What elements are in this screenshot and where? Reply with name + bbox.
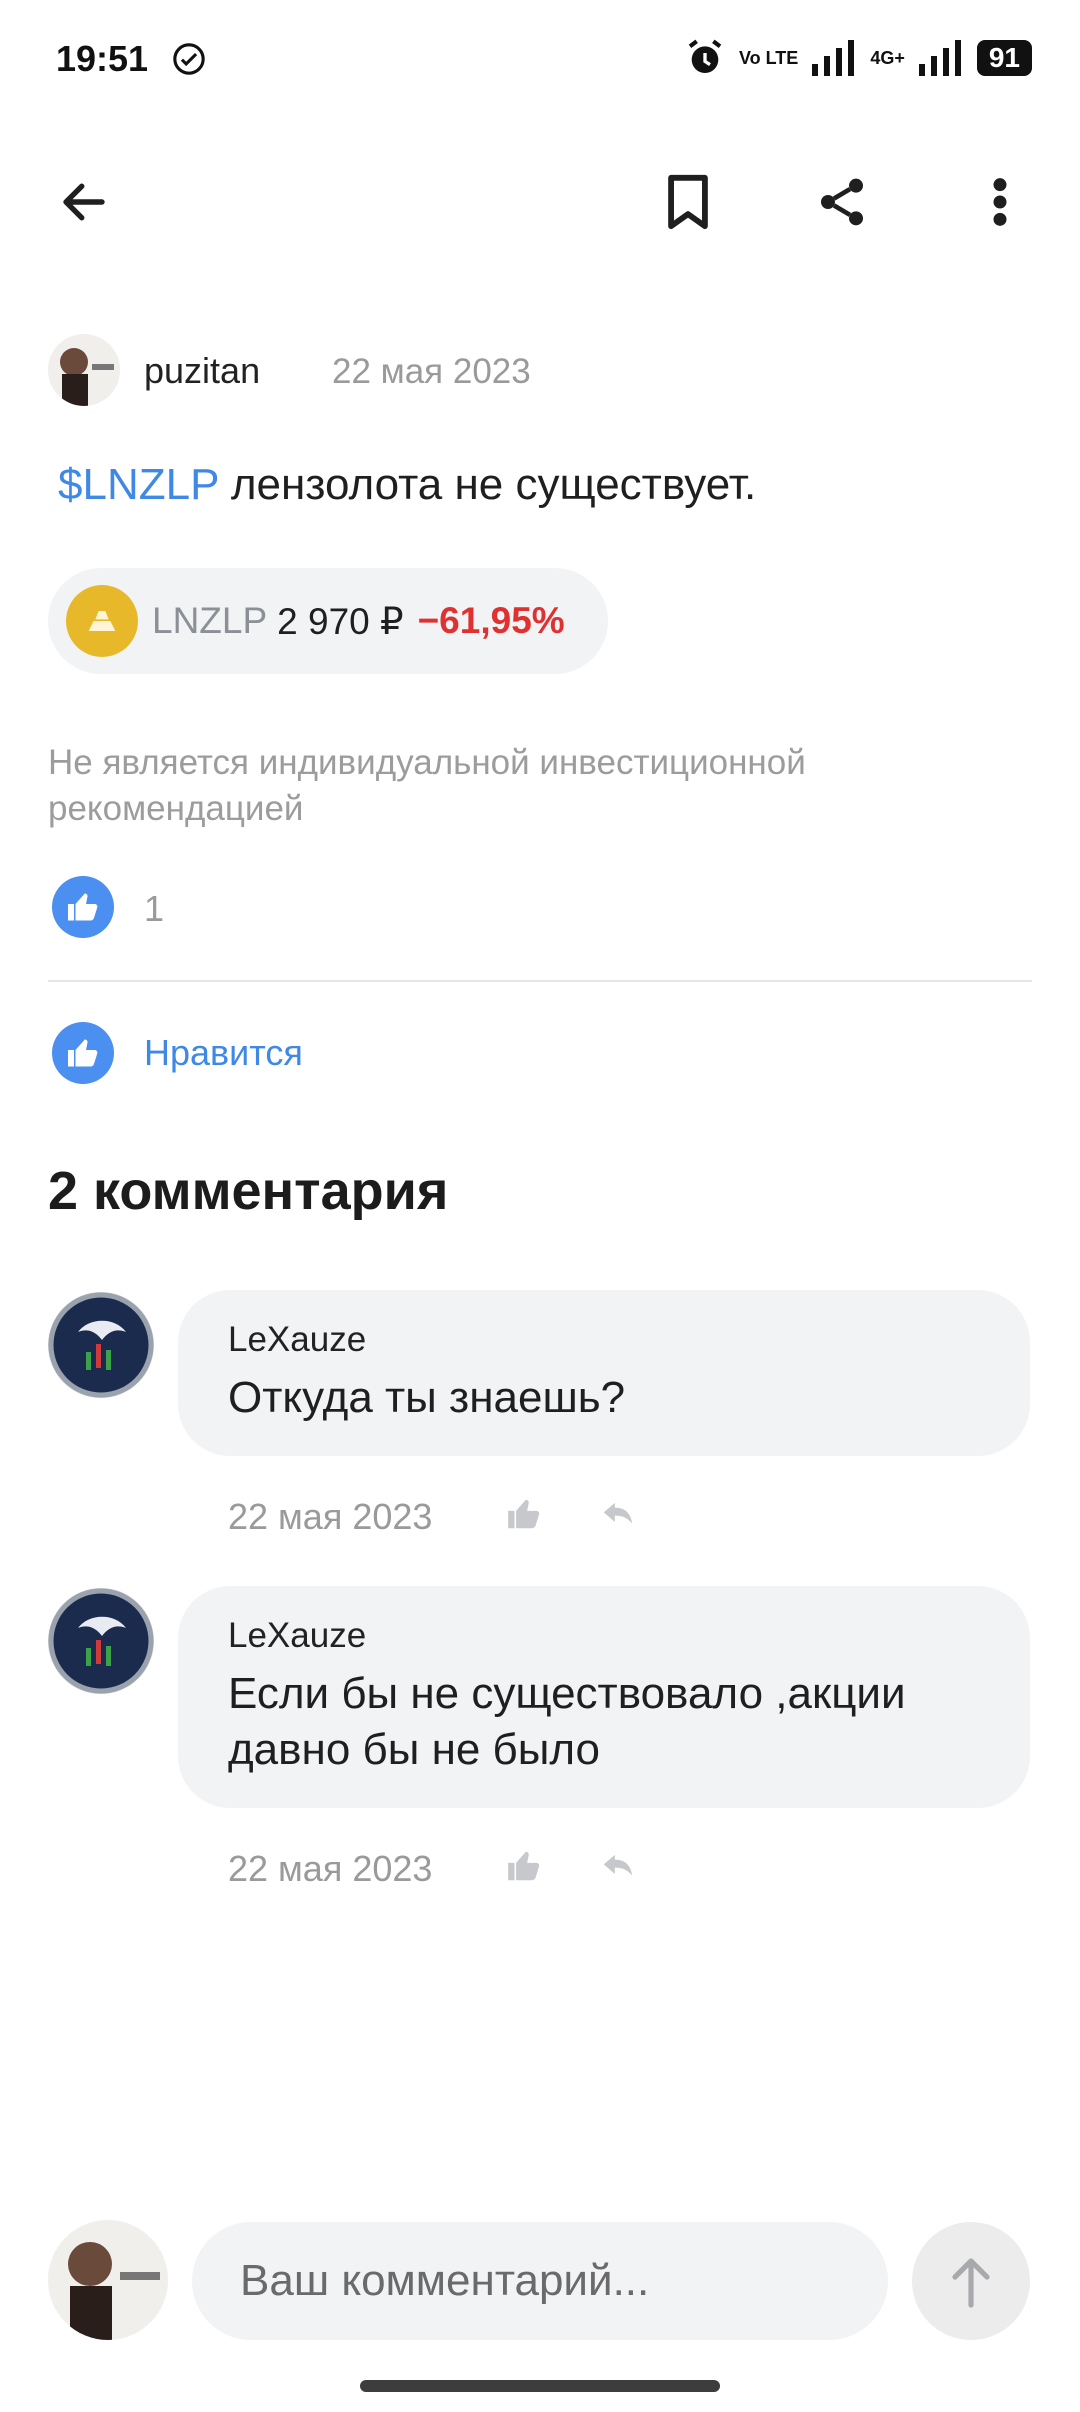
thumbs-up-icon xyxy=(508,1851,540,1881)
signal-icon xyxy=(918,40,961,76)
avatar-image xyxy=(48,2220,168,2340)
comment-avatar[interactable] xyxy=(48,1292,154,1398)
comments-title: 2 комментария xyxy=(48,1161,449,1221)
check-circle-icon xyxy=(173,43,205,75)
bookmark-icon xyxy=(668,174,708,230)
comment-text: Откуда ты знаешь? xyxy=(228,1373,626,1422)
author-name[interactable]: puzitan xyxy=(144,350,260,392)
thumbs-up-icon xyxy=(68,1039,98,1067)
back-arrow-icon xyxy=(63,183,105,221)
signal-icon xyxy=(812,40,855,76)
comment-reply-button[interactable] xyxy=(592,1488,644,1540)
composer-avatar xyxy=(48,2220,168,2340)
home-indicator[interactable] xyxy=(360,2380,720,2392)
back-button[interactable] xyxy=(48,166,120,238)
comment-like-button[interactable] xyxy=(498,1488,550,1540)
author-avatar[interactable] xyxy=(48,334,120,406)
send-button[interactable] xyxy=(912,2222,1030,2340)
reply-icon xyxy=(603,1502,633,1524)
chip-price: 2 970 ₽ xyxy=(277,600,404,642)
chip-ticker: LNZLP xyxy=(152,600,268,641)
network-label: Vo LTE xyxy=(738,48,799,68)
avatar-image xyxy=(48,334,120,406)
avatar-image xyxy=(48,1292,154,1398)
comment-bubble[interactable]: LeXauze Если бы не существовало ,акции д… xyxy=(178,1586,1030,1808)
post-date: 22 мая 2023 xyxy=(332,352,531,391)
post-text-body: лензолота не существует. xyxy=(218,460,757,509)
share-icon xyxy=(821,178,863,226)
alarm-icon xyxy=(688,39,722,73)
thumbs-up-icon xyxy=(68,893,98,921)
thumbs-up-icon xyxy=(508,1499,540,1529)
status-time: 19:51 xyxy=(56,38,149,79)
divider xyxy=(48,980,1032,982)
bookmark-button[interactable] xyxy=(652,166,724,238)
comment-author[interactable]: LeXauze xyxy=(228,1320,366,1360)
comment-avatar[interactable] xyxy=(48,1588,154,1694)
comment-author[interactable]: LeXauze xyxy=(228,1616,366,1656)
battery-level: 91 xyxy=(976,40,1032,76)
reply-icon xyxy=(603,1854,633,1876)
like-button-icon-wrap[interactable] xyxy=(52,1022,114,1084)
post-text: $LNZLP лензолота не существует. xyxy=(58,460,756,510)
ticker-logo-icon xyxy=(66,585,138,657)
ticker-link[interactable]: $LNZLP xyxy=(58,460,219,509)
comment-input[interactable] xyxy=(192,2222,888,2340)
ticker-chip[interactable]: LNZLP 2 970 ₽ −61,95% xyxy=(48,568,608,674)
like-button[interactable]: Нравится xyxy=(144,1032,303,1074)
status-icons: Vo LTE 4G+ 91 xyxy=(685,38,1032,78)
arrow-up-icon xyxy=(952,2258,990,2308)
more-vertical-icon xyxy=(993,178,1007,226)
cellular-label: 4G+ xyxy=(870,48,905,68)
chip-change: −61,95% xyxy=(417,600,565,641)
disclaimer: Не является индивидуальной инвестиционно… xyxy=(48,743,806,828)
comment-like-button[interactable] xyxy=(498,1840,550,1892)
more-button[interactable] xyxy=(964,166,1036,238)
comment-date: 22 мая 2023 xyxy=(228,1848,433,1889)
likes-indicator xyxy=(52,876,114,938)
avatar-image xyxy=(48,1588,154,1694)
comment-reply-button[interactable] xyxy=(592,1840,644,1892)
comment-bubble[interactable]: LeXauze Откуда ты знаешь? xyxy=(178,1290,1030,1456)
likes-count: 1 xyxy=(144,888,165,929)
comment-date: 22 мая 2023 xyxy=(228,1496,433,1537)
comment-text: Если бы не существовало ,акции давно бы … xyxy=(228,1669,906,1774)
share-button[interactable] xyxy=(806,166,878,238)
